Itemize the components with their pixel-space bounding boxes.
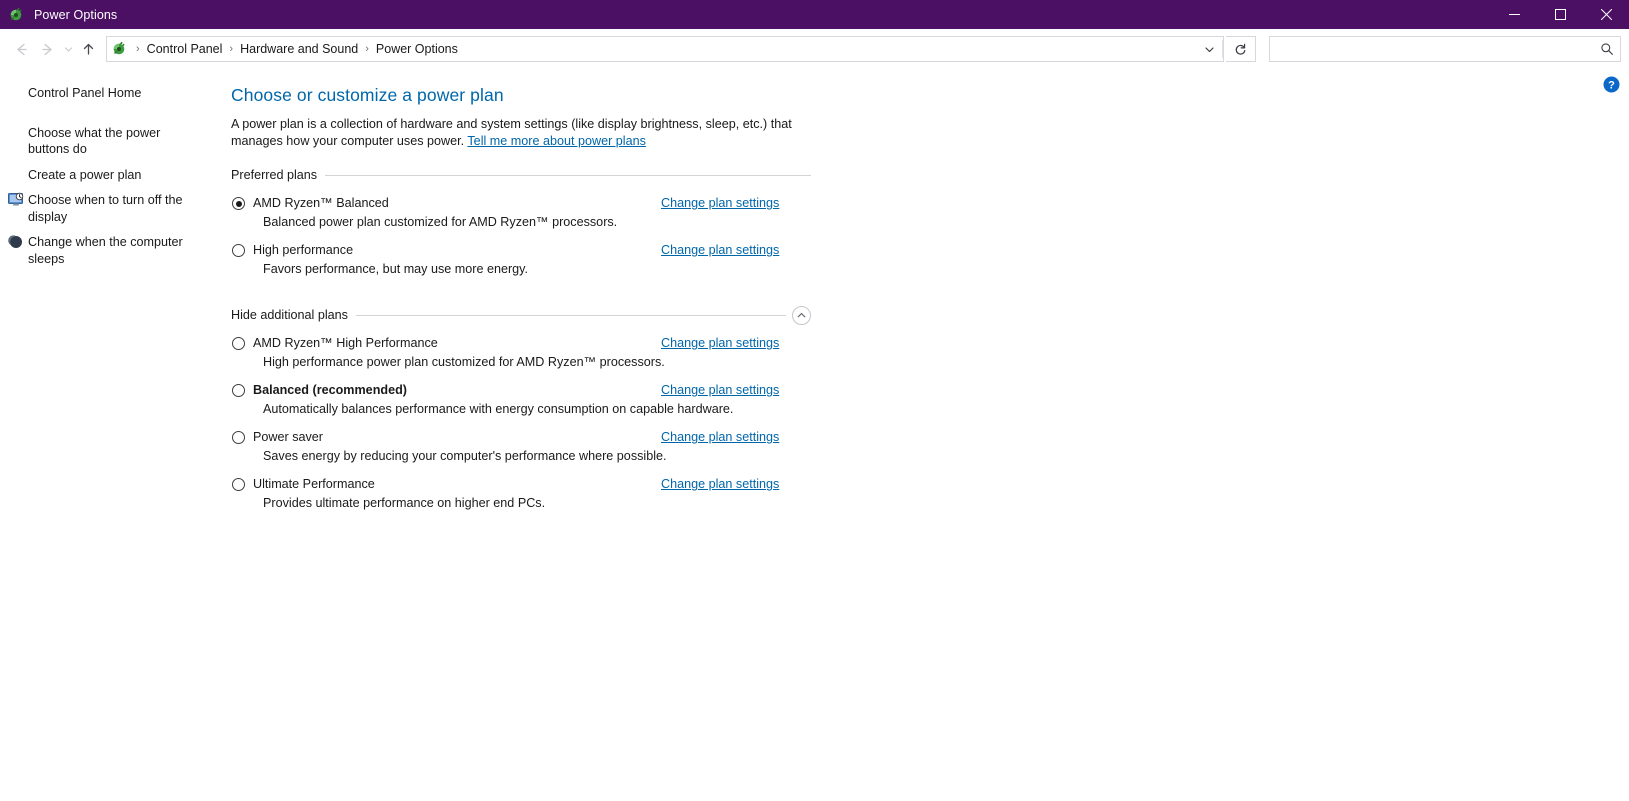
- group-rule: [325, 175, 811, 176]
- title-bar: Power Options: [0, 0, 1629, 29]
- plan-list: AMD Ryzen™ Balanced Balanced power plan …: [231, 184, 811, 284]
- sidebar-item-power-buttons[interactable]: Choose what the power buttons do: [0, 123, 215, 160]
- navigation-bar: › Control Panel › Hardware and Sound › P…: [0, 29, 1629, 69]
- plan-description: Provides ultimate performance on higher …: [253, 495, 811, 512]
- sidebar-item-label: Change when the computer sleeps: [0, 234, 205, 267]
- sidebar-item-control-panel-home[interactable]: Control Panel Home: [0, 83, 215, 104]
- plan-description: Favors performance, but may use more ene…: [253, 261, 811, 278]
- plan-row[interactable]: Ultimate Performance Provides ultimate p…: [231, 471, 811, 518]
- sidebar-item-turn-off-display[interactable]: Choose when to turn off the display: [0, 190, 215, 227]
- radio-ultimate-performance[interactable]: [232, 478, 245, 491]
- sidebar-item-computer-sleeps[interactable]: Change when the computer sleeps: [0, 232, 215, 269]
- refresh-icon[interactable]: [1226, 36, 1256, 62]
- close-button[interactable]: [1583, 0, 1629, 29]
- sidebar-item-label: Choose what the power buttons do: [0, 125, 205, 158]
- breadcrumb-separator: ›: [225, 37, 237, 61]
- collapse-additional-plans-button[interactable]: [792, 306, 811, 325]
- plan-row[interactable]: AMD Ryzen™ High Performance High perform…: [231, 330, 811, 377]
- group-label: Preferred plans: [231, 168, 325, 182]
- breadcrumb-power-options[interactable]: Power Options: [373, 37, 461, 61]
- power-plug-icon: [9, 7, 25, 23]
- search-input[interactable]: [1277, 38, 1600, 60]
- change-plan-settings-link[interactable]: Change plan settings: [661, 429, 779, 446]
- group-label: Hide additional plans: [231, 308, 356, 322]
- minimize-button[interactable]: [1491, 0, 1537, 29]
- group-header: Hide additional plans: [231, 306, 811, 324]
- plan-name: Balanced (recommended): [253, 382, 407, 399]
- plan-row[interactable]: Balanced (recommended) Automatically bal…: [231, 377, 811, 424]
- learn-more-link[interactable]: Tell me more about power plans: [467, 134, 646, 148]
- radio-amd-ryzen-balanced[interactable]: [232, 197, 245, 210]
- sidebar-item-create-power-plan[interactable]: Create a power plan: [0, 165, 215, 186]
- plan-name: High performance: [253, 242, 353, 259]
- radio-balanced-recommended[interactable]: [232, 384, 245, 397]
- change-plan-settings-link[interactable]: Change plan settings: [661, 335, 779, 352]
- plan-description: High performance power plan customized f…: [253, 354, 811, 371]
- change-plan-settings-link[interactable]: Change plan settings: [661, 476, 779, 493]
- sidebar-item-label: Choose when to turn off the display: [0, 192, 205, 225]
- help-icon[interactable]: ?: [1603, 76, 1620, 93]
- breadcrumb-separator: ›: [361, 37, 373, 61]
- sidebar: Control Panel Home Choose what the power…: [0, 69, 215, 801]
- group-preferred-plans: Preferred plans AMD Ryzen™ Balanced Bala…: [231, 166, 811, 284]
- breadcrumb-separator: ›: [132, 37, 144, 61]
- back-button[interactable]: [8, 36, 34, 62]
- chevron-up-icon: [796, 310, 807, 321]
- sidebar-item-label: Create a power plan: [0, 167, 141, 184]
- forward-button[interactable]: [34, 36, 60, 62]
- svg-text:?: ?: [1608, 79, 1615, 91]
- radio-power-saver[interactable]: [232, 431, 245, 444]
- main-content: ? Choose or customize a power plan A pow…: [215, 69, 1629, 801]
- group-rule: [356, 315, 786, 316]
- radio-amd-ryzen-high-performance[interactable]: [232, 337, 245, 350]
- search-icon[interactable]: [1600, 42, 1614, 56]
- plan-list: AMD Ryzen™ High Performance High perform…: [231, 324, 811, 518]
- plan-name: AMD Ryzen™ Balanced: [253, 195, 389, 212]
- group-header: Preferred plans: [231, 166, 811, 184]
- chevron-down-icon[interactable]: [1196, 37, 1222, 61]
- change-plan-settings-link[interactable]: Change plan settings: [661, 242, 779, 259]
- window-controls: [1491, 0, 1629, 29]
- window-title: Power Options: [34, 8, 117, 22]
- intro-text: A power plan is a collection of hardware…: [231, 116, 811, 150]
- breadcrumb-hardware-and-sound[interactable]: Hardware and Sound: [237, 37, 361, 61]
- moon-sleep-icon: [8, 234, 24, 250]
- sidebar-item-label: Control Panel Home: [0, 85, 141, 102]
- maximize-button[interactable]: [1537, 0, 1583, 29]
- plan-name: Ultimate Performance: [253, 476, 375, 493]
- change-plan-settings-link[interactable]: Change plan settings: [661, 195, 779, 212]
- window-body: Control Panel Home Choose what the power…: [0, 69, 1629, 801]
- search-box[interactable]: [1269, 36, 1621, 62]
- page-title: Choose or customize a power plan: [231, 83, 1629, 107]
- breadcrumb-control-panel[interactable]: Control Panel: [144, 37, 226, 61]
- plan-row[interactable]: High performance Favors performance, but…: [231, 237, 811, 284]
- plan-description: Balanced power plan customized for AMD R…: [253, 214, 811, 231]
- plan-description: Saves energy by reducing your computer's…: [253, 448, 811, 465]
- radio-high-performance[interactable]: [232, 244, 245, 257]
- plan-row[interactable]: AMD Ryzen™ Balanced Balanced power plan …: [231, 190, 811, 237]
- group-additional-plans: Hide additional plans AMD Ryzen™ High Pe…: [231, 306, 811, 518]
- recent-locations-button[interactable]: [60, 36, 76, 62]
- change-plan-settings-link[interactable]: Change plan settings: [661, 382, 779, 399]
- up-button[interactable]: [76, 36, 100, 62]
- plan-name: AMD Ryzen™ High Performance: [253, 335, 438, 352]
- plan-row[interactable]: Power saver Saves energy by reducing you…: [231, 424, 811, 471]
- monitor-clock-icon: [8, 192, 24, 208]
- plan-name: Power saver: [253, 429, 323, 446]
- power-plug-icon: [112, 41, 128, 57]
- address-bar[interactable]: › Control Panel › Hardware and Sound › P…: [106, 36, 1224, 62]
- plan-description: Automatically balances performance with …: [253, 401, 811, 418]
- address-divider: [1222, 40, 1223, 58]
